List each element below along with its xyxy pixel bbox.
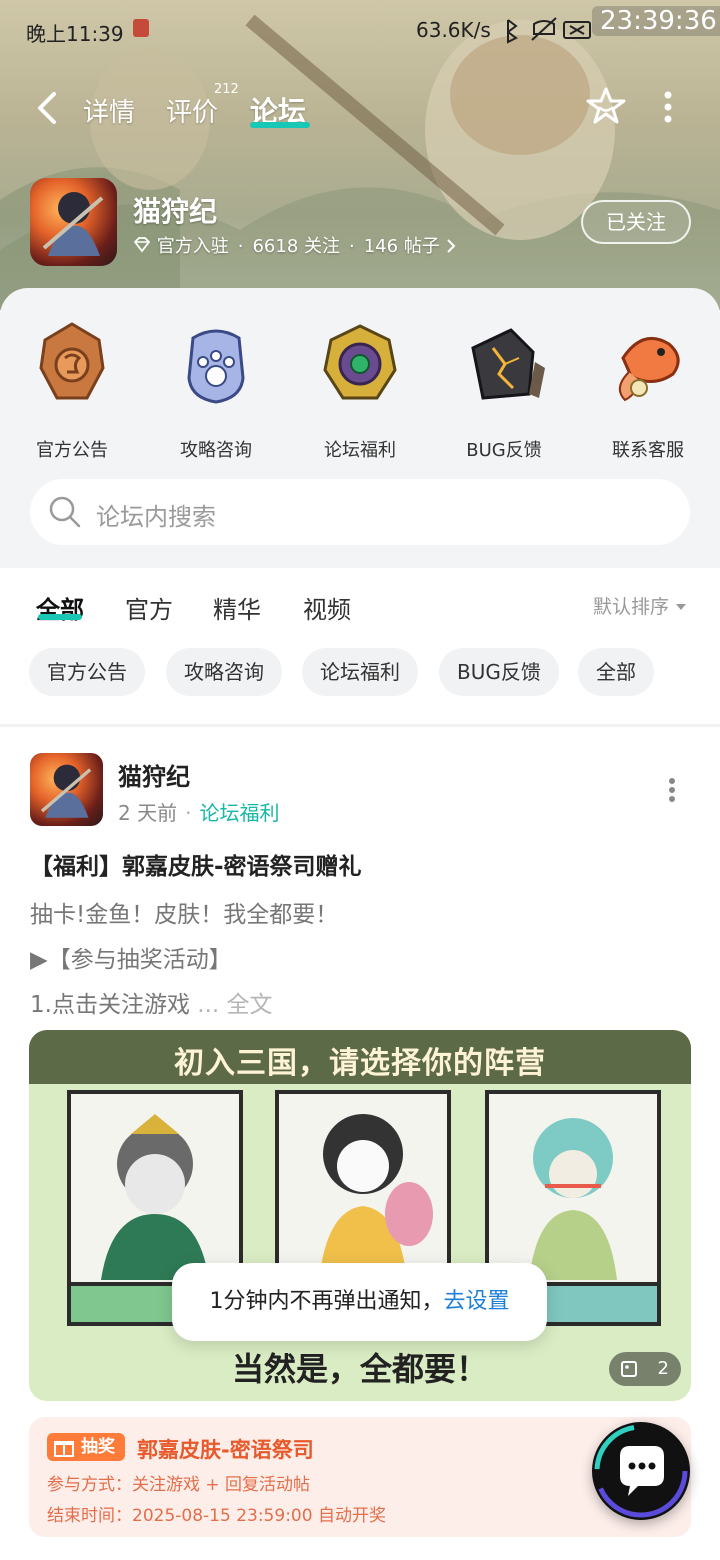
paw-badge-icon xyxy=(187,329,245,404)
goldfish-icon xyxy=(618,336,680,402)
post-filter-tabs: 全部 官方 精华 视频 默认排序 xyxy=(0,568,720,644)
followers-count: 6618 关注 xyxy=(252,236,340,257)
game-info: 猫狩纪 官方入驻 · 6618 关注 · 146 帖子 已关注 xyxy=(0,176,720,272)
post-line-2: ▶【参与抽奖活动】 xyxy=(30,947,232,973)
post-author[interactable]: 猫狩纪 xyxy=(118,757,190,792)
category-label: 攻略咨询 xyxy=(180,440,252,461)
toast-settings-link[interactable]: 去设置 xyxy=(443,1289,509,1314)
image-count: 2 xyxy=(657,1358,669,1379)
post-time: 2 天前 xyxy=(118,801,178,825)
game-icon[interactable] xyxy=(30,178,117,266)
back-icon[interactable] xyxy=(32,90,64,126)
image-count-badge: 2 xyxy=(609,1352,681,1386)
image-bottom-text: 当然是，全都要！ xyxy=(231,1350,488,1388)
read-more-link[interactable]: ... 全文 xyxy=(190,992,272,1018)
chip-bug-report[interactable]: BUG反馈 xyxy=(439,648,559,696)
search-icon xyxy=(49,496,81,528)
toast-text: 1分钟内不再弹出通知， xyxy=(209,1289,444,1314)
sort-dropdown[interactable]: 默认排序 xyxy=(593,592,687,619)
category-guide[interactable]: 攻略咨询 xyxy=(144,318,288,462)
notification-toast: 1分钟内不再弹出通知，去设置 xyxy=(172,1263,547,1341)
game-header: 晚上11:39 63.6K/s 23:39:36 详情 评价 212 论坛 猫狩… xyxy=(0,0,720,310)
tab-forum-indicator xyxy=(250,122,310,128)
post-line-1: 抽卡!金鱼！皮肤！我全都要！ xyxy=(30,902,339,928)
game-meta[interactable]: 官方入驻 · 6618 关注 · 146 帖子 xyxy=(133,232,456,258)
post-title[interactable]: 【福利】郭嘉皮肤-密语祭司赠礼 xyxy=(30,847,362,881)
image-icon xyxy=(621,1361,637,1377)
sort-label: 默认排序 xyxy=(593,596,670,618)
category-chips: 官方公告 攻略咨询 论坛福利 BUG反馈 全部 xyxy=(0,644,720,726)
posts-count: 146 帖子 xyxy=(363,236,440,257)
status-bar: 晚上11:39 63.6K/s 23:39:36 xyxy=(0,0,720,60)
chip-official-notice[interactable]: 官方公告 xyxy=(29,648,145,696)
cracked-stone-icon xyxy=(471,328,545,400)
post-line-3: 1.点击关注游戏 ... 全文 xyxy=(30,985,273,1019)
chat-bubble-icon xyxy=(594,1424,688,1518)
tab-detail[interactable]: 详情 xyxy=(83,92,135,129)
status-time: 晚上11:39 xyxy=(26,22,124,46)
category-label: 官方公告 xyxy=(36,440,108,461)
category-label: BUG反馈 xyxy=(466,440,542,461)
post-more-icon[interactable] xyxy=(666,777,678,803)
official-label: 官方入驻 xyxy=(156,236,229,257)
category-label: 论坛福利 xyxy=(324,440,396,461)
chat-fab[interactable] xyxy=(592,1422,690,1520)
status-clock: 23:39:36 xyxy=(592,6,720,36)
lottery-title: 郭嘉皮肤-密语祭司 xyxy=(137,1438,314,1462)
filter-tab-featured[interactable]: 精华 xyxy=(213,590,261,625)
network-speed: 63.6K/s xyxy=(416,18,491,42)
top-nav: 详情 评价 212 论坛 xyxy=(0,72,720,142)
filter-tab-indicator xyxy=(38,614,82,620)
chip-welfare[interactable]: 论坛福利 xyxy=(302,648,418,696)
follow-button[interactable]: 已关注 xyxy=(581,200,691,244)
author-avatar[interactable] xyxy=(30,753,103,826)
gift-icon xyxy=(54,1441,74,1457)
more-menu-icon[interactable] xyxy=(660,90,676,124)
game-name: 猫狩纪 xyxy=(133,195,218,228)
post-meta: 2 天前 · 论坛福利 xyxy=(118,801,280,825)
tab-review[interactable]: 评价 xyxy=(166,92,218,129)
filter-tab-video[interactable]: 视频 xyxy=(303,590,351,625)
review-count-badge: 212 xyxy=(214,82,239,97)
search-placeholder: 论坛内搜索 xyxy=(96,503,216,531)
favorite-star-icon[interactable] xyxy=(586,86,626,126)
app-notification-icon xyxy=(133,19,149,37)
forum-search-bar[interactable]: 论坛内搜索 xyxy=(30,479,690,545)
post-line-3-text: 1.点击关注游戏 xyxy=(30,992,190,1018)
filter-tab-official[interactable]: 官方 xyxy=(125,590,173,625)
chip-all[interactable]: 全部 xyxy=(578,648,654,696)
image-banner-text: 初入三国，请选择你的阵营 xyxy=(174,1046,546,1081)
diamond-icon xyxy=(133,237,151,253)
category-panel: 官方公告 攻略咨询 论坛福利 BUG反馈 联系客服 论坛内搜索 xyxy=(0,288,720,568)
chevron-right-icon xyxy=(446,239,455,253)
category-official-notice[interactable]: 官方公告 xyxy=(0,318,144,462)
category-customer-service[interactable]: 联系客服 xyxy=(576,318,720,462)
jade-coin-icon xyxy=(323,324,397,400)
post-image[interactable]: 初入三国，请选择你的阵营 当然是，全都要！ 2 xyxy=(29,1030,691,1401)
category-welfare[interactable]: 论坛福利 xyxy=(288,318,432,462)
caret-down-icon xyxy=(676,604,687,610)
lottery-method: 参与方式：关注游戏 + 回复活动帖 xyxy=(47,1475,311,1495)
lottery-end-time: 结束时间：2025-08-15 23:59:00 自动开奖 xyxy=(47,1506,386,1526)
post-category[interactable]: 论坛福利 xyxy=(199,801,279,825)
notice-medal-icon xyxy=(39,322,105,400)
chip-guide[interactable]: 攻略咨询 xyxy=(166,648,282,696)
category-label: 联系客服 xyxy=(612,440,684,461)
category-bug-report[interactable]: BUG反馈 xyxy=(432,318,576,462)
